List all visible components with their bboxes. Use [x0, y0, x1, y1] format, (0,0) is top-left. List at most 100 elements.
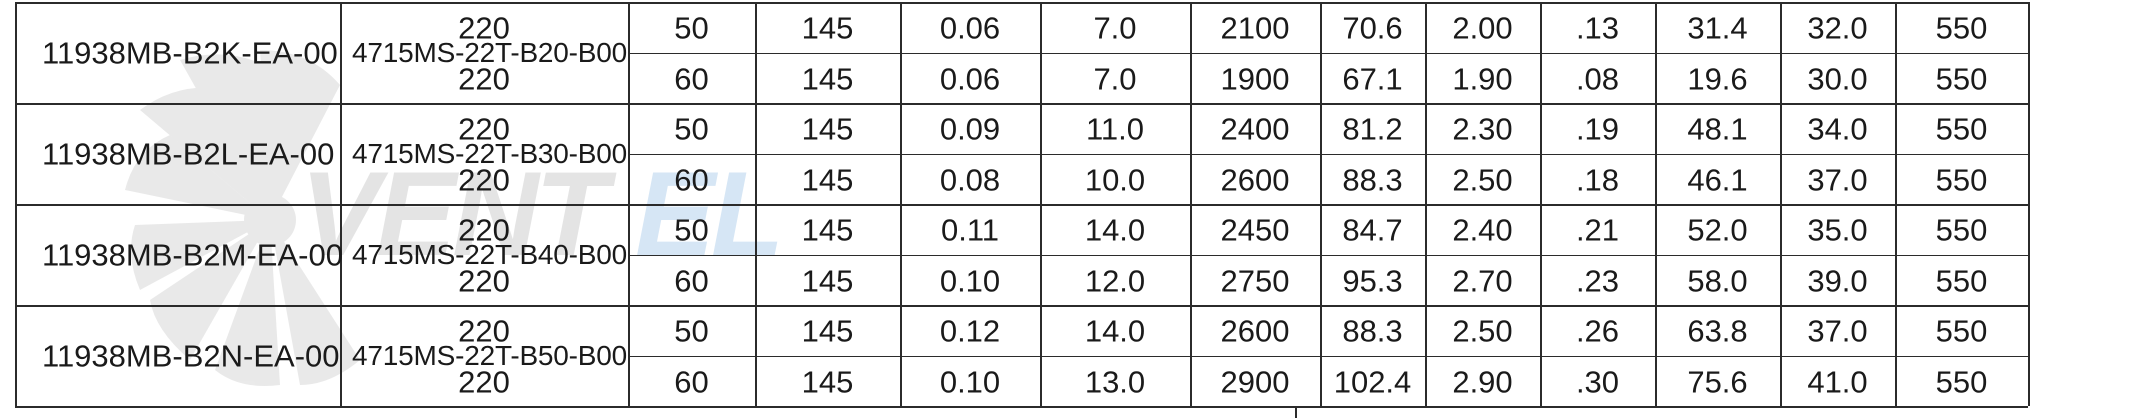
group-divider: [15, 2, 2028, 4]
table-cell: 1.90: [1452, 61, 1513, 97]
table-cell: 12.0: [1084, 263, 1146, 299]
table-cell: 550: [1935, 162, 1988, 198]
table-cell: 2.50: [1452, 313, 1513, 349]
model-number: 11938MB-B2M-EA-00: [42, 237, 343, 272]
table-cell: 220: [458, 111, 510, 147]
row-divider: [628, 355, 2028, 358]
column-divider: [340, 2, 342, 406]
column-divider: [1320, 2, 1322, 406]
table-cell: 220: [458, 263, 510, 299]
table-cell: 550: [1935, 212, 1988, 248]
row-divider: [628, 52, 2028, 55]
table-cell: 550: [1935, 313, 1988, 349]
table-cell: 145: [801, 364, 854, 400]
table-cell: 550: [1935, 364, 1988, 400]
table-cell: .19: [1575, 111, 1620, 147]
table-cell: 1900: [1220, 61, 1290, 97]
table-cell: 50: [674, 10, 709, 46]
table-cell: 39.0: [1807, 263, 1868, 299]
model-number: 11938MB-B2N-EA-00: [42, 338, 340, 373]
table-cell: 145: [801, 10, 854, 46]
column-divider: [1895, 2, 1897, 406]
table-cell: 145: [801, 313, 854, 349]
table-cell: 2.40: [1452, 212, 1513, 248]
table-cell: .08: [1575, 61, 1620, 97]
table-cell: 145: [801, 212, 854, 248]
table-cell: 11.0: [1085, 111, 1145, 147]
spec-table: VENT EL 11938MB-B2K-EA-00 4715MS-22T-B20-…: [0, 0, 2136, 418]
table-cell: 0.10: [939, 263, 1001, 299]
table-cell: .18: [1575, 162, 1620, 198]
column-divider: [1540, 2, 1542, 406]
table-cell: 550: [1935, 61, 1988, 97]
column-divider: [1295, 406, 1297, 418]
column-divider: [1655, 2, 1657, 406]
table-cell: 2450: [1220, 212, 1290, 248]
table-cell: 50: [674, 111, 709, 147]
table-cell: 19.6: [1687, 61, 1748, 97]
table-cell: 145: [801, 61, 854, 97]
table-cell: 7.0: [1093, 10, 1137, 46]
table-cell: 67.1: [1342, 61, 1403, 97]
table-cell: 0.09: [939, 111, 1001, 147]
table-cell: .21: [1575, 212, 1620, 248]
table-cell: 2.90: [1452, 364, 1513, 400]
table-cell: 2600: [1220, 162, 1290, 198]
table-cell: 145: [801, 111, 854, 147]
table-cell: 52.0: [1687, 212, 1748, 248]
column-divider: [900, 2, 902, 406]
table-cell: 2400: [1220, 111, 1290, 147]
table-cell: 550: [1935, 111, 1988, 147]
table-cell: 46.1: [1687, 162, 1748, 198]
table-cell: 34.0: [1807, 111, 1868, 147]
group-divider: [15, 305, 2028, 307]
column-divider: [15, 2, 17, 406]
table-cell: 35.0: [1807, 212, 1868, 248]
table-cell: 88.3: [1342, 162, 1403, 198]
column-divider: [628, 2, 630, 406]
table-cell: 102.4: [1333, 364, 1412, 400]
table-cell: 2900: [1220, 364, 1290, 400]
row-divider: [628, 254, 2028, 257]
model-number: 11938MB-B2K-EA-00: [42, 35, 338, 70]
table-cell: 220: [458, 364, 510, 400]
table-cell: 60: [674, 61, 709, 97]
table-cell: 70.6: [1342, 10, 1403, 46]
table-cell: 0.11: [940, 212, 1000, 248]
table-cell: .26: [1575, 313, 1620, 349]
table-cell: 2.70: [1452, 263, 1513, 299]
table-cell: 7.0: [1093, 61, 1137, 97]
table-cell: 220: [458, 10, 510, 46]
table-cell: 2.00: [1452, 10, 1513, 46]
table-cell: 31.4: [1687, 10, 1748, 46]
table-cell: 88.3: [1342, 313, 1403, 349]
table-cell: 220: [458, 313, 510, 349]
group-divider: [15, 103, 2028, 105]
table-cell: 220: [458, 61, 510, 97]
table-cell: 220: [458, 212, 510, 248]
column-divider: [1425, 2, 1427, 406]
table-cell: 145: [801, 263, 854, 299]
table-cell: 14.0: [1084, 212, 1146, 248]
table-cell: 50: [674, 212, 709, 248]
table-cell: 60: [674, 263, 709, 299]
group-divider: [15, 406, 2028, 408]
table-cell: 220: [458, 162, 510, 198]
table-cell: 75.6: [1687, 364, 1748, 400]
table-cell: .13: [1575, 10, 1620, 46]
table-cell: 550: [1935, 263, 1988, 299]
table-cell: 550: [1935, 10, 1988, 46]
table-cell: 2.50: [1452, 162, 1513, 198]
table-cell: 48.1: [1687, 111, 1748, 147]
table-cell: 13.0: [1084, 364, 1146, 400]
table-cell: 2100: [1220, 10, 1290, 46]
table-cell: 2.30: [1452, 111, 1513, 147]
table-cell: 58.0: [1687, 263, 1748, 299]
table-cell: 50: [674, 313, 709, 349]
table-cell: 14.0: [1084, 313, 1146, 349]
table-cell: 81.2: [1342, 111, 1403, 147]
model-number: 11938MB-B2L-EA-00: [42, 136, 335, 171]
table-cell: 10.0: [1084, 162, 1146, 198]
column-divider: [755, 2, 757, 406]
table-cell: 2600: [1220, 313, 1290, 349]
